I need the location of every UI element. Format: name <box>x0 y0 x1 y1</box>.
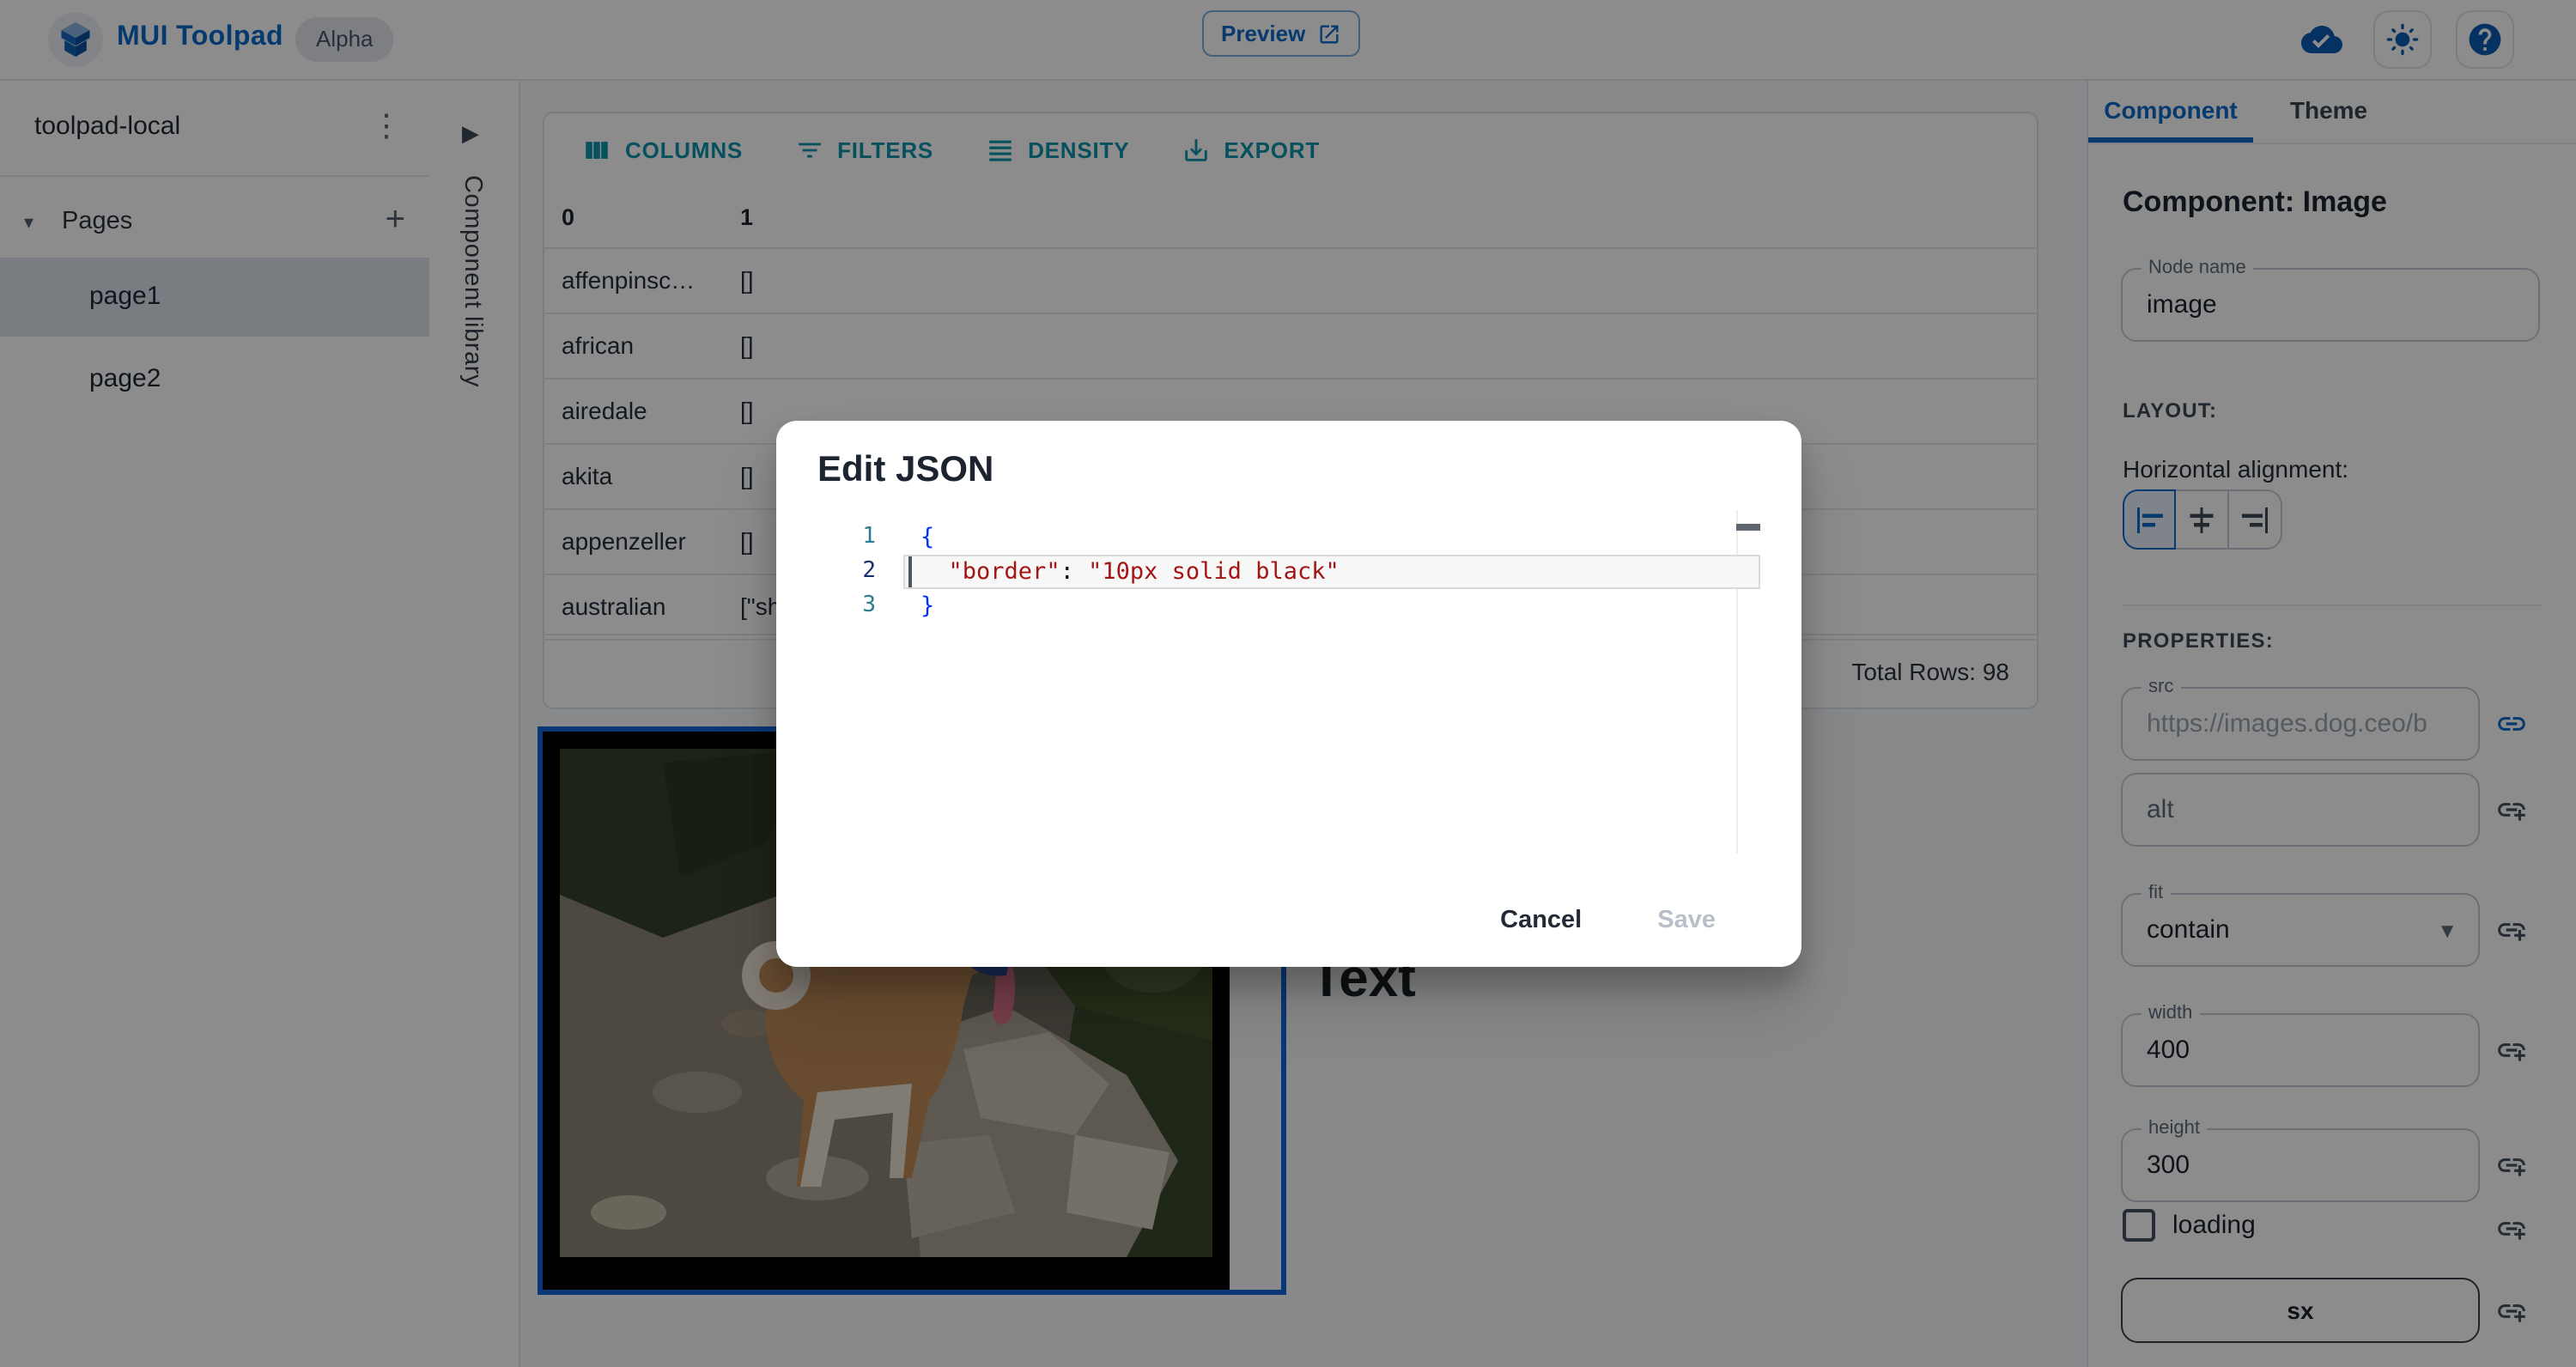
json-key: "border" <box>948 558 1060 586</box>
cancel-button[interactable]: Cancel <box>1486 896 1595 945</box>
line-number: 3 <box>862 592 876 618</box>
dialog-title: Edit JSON <box>817 450 994 489</box>
code-content: { <box>920 524 935 551</box>
line-number-active: 2 <box>862 558 876 584</box>
code-line-1: 1 { <box>776 520 1760 555</box>
app-root: MUI Toolpad Alpha Preview toolpad-local … <box>0 0 2576 1367</box>
code-content: "border": "10px solid black" <box>920 555 1340 589</box>
save-button[interactable]: Save <box>1643 896 1729 945</box>
dialog-actions: Cancel Save <box>1486 896 1729 945</box>
code-line-2: 2 "border": "10px solid black" <box>776 555 1760 589</box>
code-line-3: 3 } <box>776 589 1760 623</box>
line-number: 1 <box>862 524 876 550</box>
edit-json-dialog: Edit JSON 1 { 2 "border": "10px solid bl… <box>776 421 1801 967</box>
code-content: } <box>920 592 935 620</box>
json-value: "10px solid black" <box>1088 558 1340 586</box>
json-separator: : <box>1060 558 1089 586</box>
json-code-editor[interactable]: 1 { 2 "border": "10px solid black" 3 } <box>776 510 1801 871</box>
